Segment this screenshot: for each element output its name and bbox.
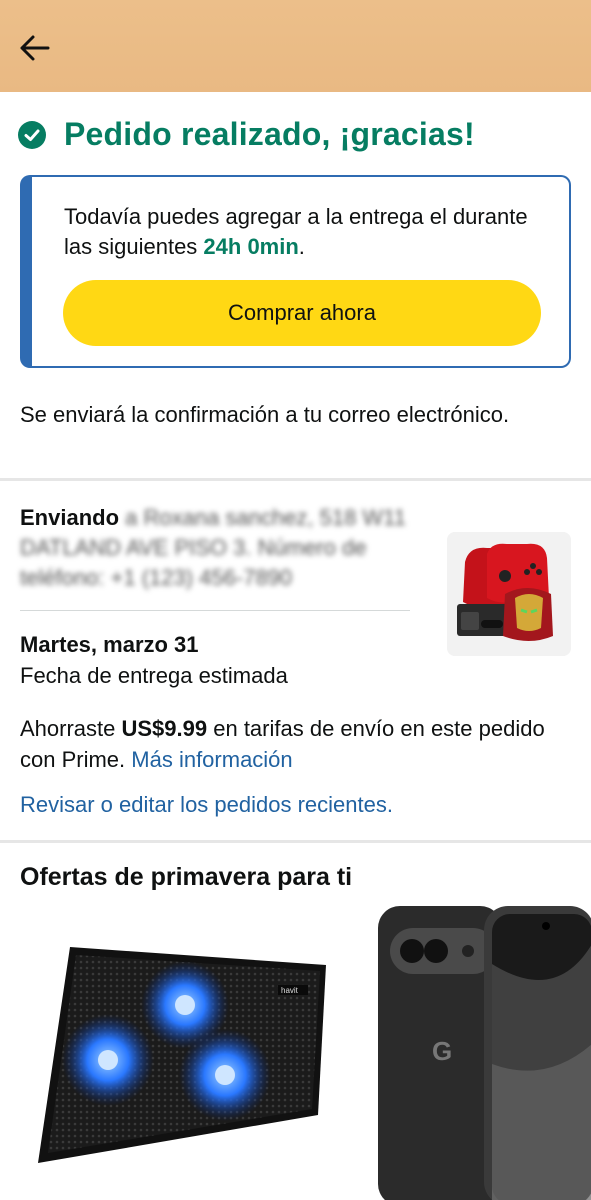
add-to-delivery-text: Todavía puedes agregar a la entrega el d… [64, 202, 544, 262]
add-to-delivery-box: Todavía puedes agregar a la entrega el d… [20, 175, 571, 368]
savings-amount: US$9.99 [121, 716, 208, 741]
shipping-address: Enviando a Roxana sanchez, 518 W11 DATLA… [20, 503, 410, 593]
cooling-pad-image: havit [38, 947, 326, 1163]
shipping-label: Enviando [20, 505, 120, 530]
buy-now-button[interactable]: Comprar ahora [63, 280, 541, 346]
offers-title: Ofertas de primavera para ti [20, 863, 353, 891]
section-divider [0, 478, 591, 481]
shipping-divider [20, 610, 410, 611]
controller-charger-image [447, 532, 571, 656]
ordered-product-image[interactable] [447, 532, 571, 656]
delivery-date-label: Fecha de entrega estimada [20, 663, 288, 688]
savings-text: Ahorraste US$9.99 en tarifas de envío en… [20, 713, 560, 775]
more-info-link[interactable]: Más información [131, 747, 292, 772]
svg-text:G: G [432, 1036, 452, 1066]
savings-prefix: Ahorraste [20, 716, 122, 741]
top-bar [0, 0, 591, 92]
check-circle-icon [18, 120, 46, 149]
confirmation-text: Se enviará la confirmación a tu correo e… [20, 402, 510, 427]
offer-item-cooling-pad[interactable]: havit [30, 935, 330, 1165]
section-divider [0, 840, 591, 843]
review-orders-link[interactable]: Revisar o editar los pedidos recientes. [20, 792, 393, 818]
success-title: Pedido realizado, ¡gracias! [64, 116, 475, 152]
back-button[interactable] [14, 28, 54, 68]
svg-text:havit: havit [281, 986, 299, 995]
add-text-end: . [298, 234, 305, 259]
order-success-header: Pedido realizado, ¡gracias! [18, 116, 475, 153]
arrow-left-icon [20, 35, 50, 61]
delivery-date: Martes, marzo 31 [20, 632, 199, 657]
pixel-phone-image: G [378, 906, 591, 1200]
offer-item-phone[interactable]: G [376, 904, 591, 1200]
remaining-time: 24h 0min [203, 234, 299, 259]
